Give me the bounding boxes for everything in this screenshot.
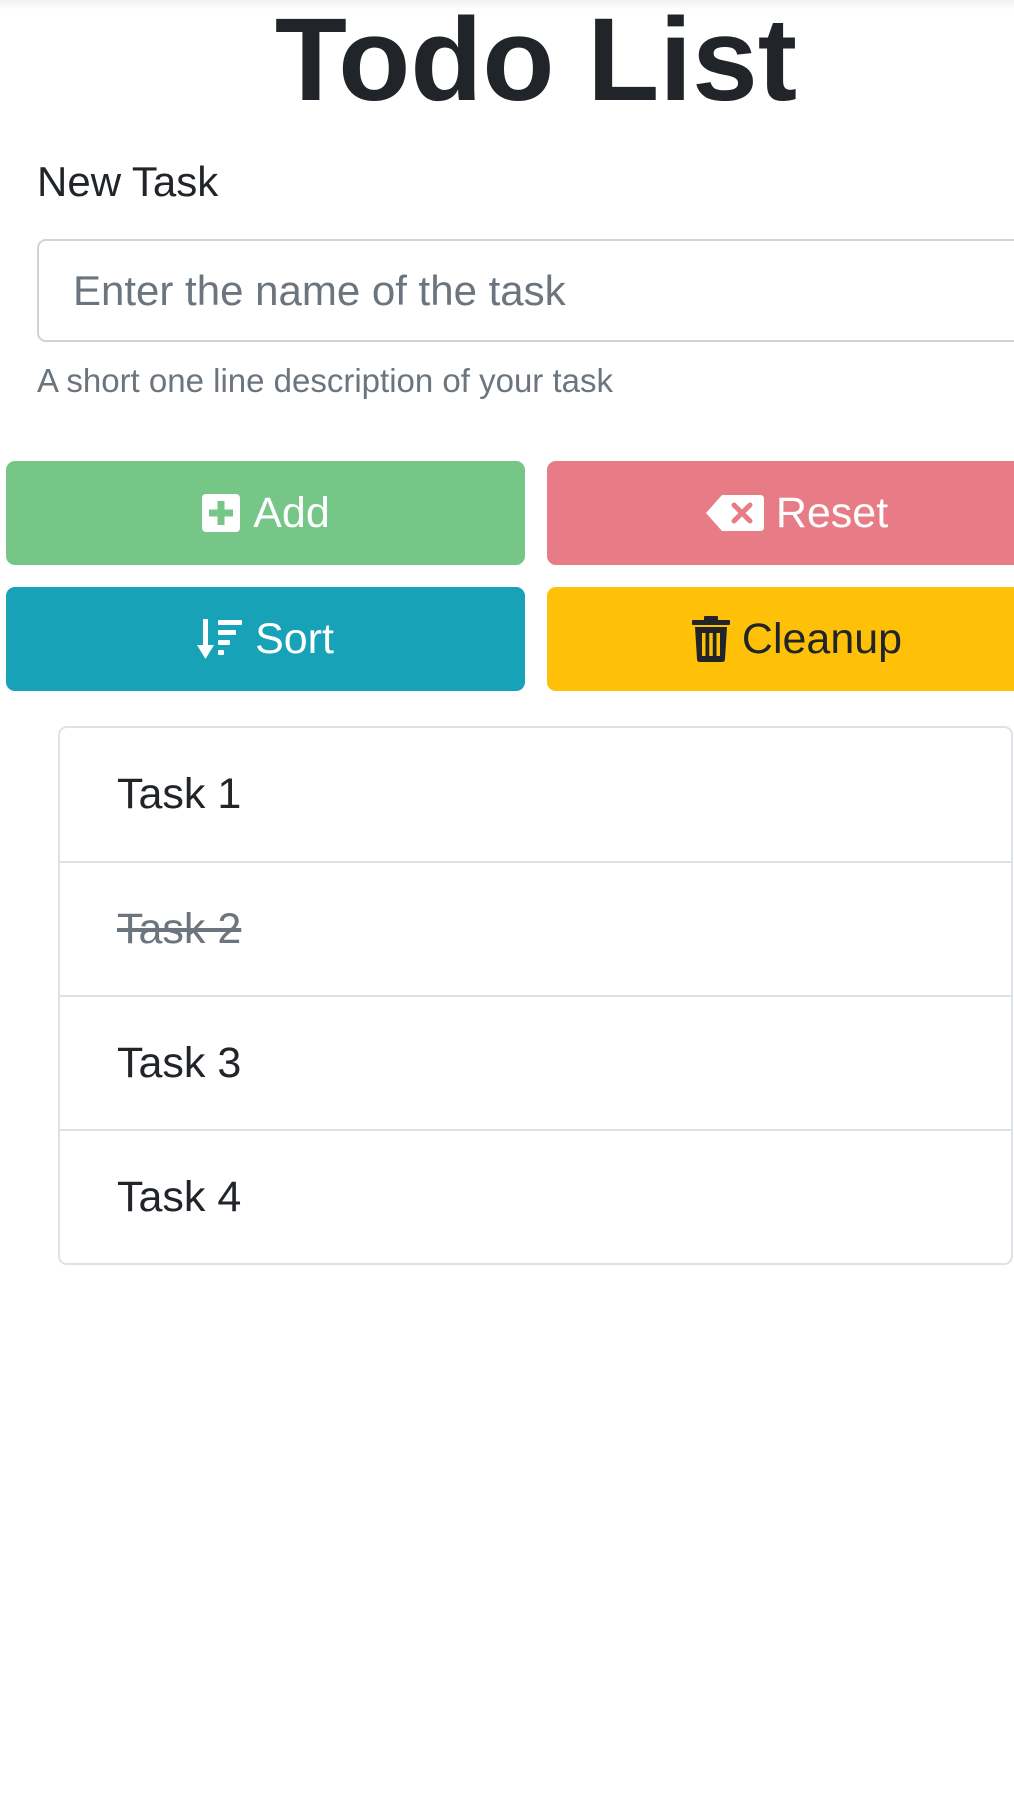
task-label: Task 2 bbox=[117, 904, 242, 953]
plus-square-icon bbox=[201, 493, 241, 533]
task-label: Task 3 bbox=[117, 1038, 242, 1087]
task-help-text: A short one line description of your tas… bbox=[37, 362, 613, 399]
cleanup-button[interactable]: Cleanup bbox=[547, 587, 1014, 691]
task-label: Task 1 bbox=[117, 770, 242, 818]
add-button-label: Add bbox=[253, 488, 330, 537]
sort-amount-down-icon bbox=[197, 617, 243, 661]
cleanup-button-label: Cleanup bbox=[741, 614, 903, 663]
trash-icon bbox=[691, 616, 730, 662]
task-list: Task 1 Task 2 Task 3 Task 4 bbox=[58, 726, 1013, 1265]
new-task-label: New Task bbox=[37, 158, 219, 205]
backspace-icon bbox=[705, 495, 764, 531]
sort-button-label: Sort bbox=[255, 614, 334, 663]
task-item[interactable]: Task 2 bbox=[60, 861, 1011, 995]
page-title: Todo List bbox=[274, 0, 798, 126]
task-item[interactable]: Task 1 bbox=[60, 728, 1011, 861]
reset-button[interactable]: Reset bbox=[547, 461, 1014, 565]
task-item[interactable]: Task 3 bbox=[60, 995, 1011, 1129]
task-name-input[interactable] bbox=[37, 239, 1014, 342]
task-label: Task 4 bbox=[117, 1172, 242, 1221]
sort-button[interactable]: Sort bbox=[6, 587, 525, 691]
task-item[interactable]: Task 4 bbox=[60, 1129, 1011, 1263]
add-button[interactable]: Add bbox=[6, 461, 525, 565]
reset-button-label: Reset bbox=[775, 488, 889, 537]
